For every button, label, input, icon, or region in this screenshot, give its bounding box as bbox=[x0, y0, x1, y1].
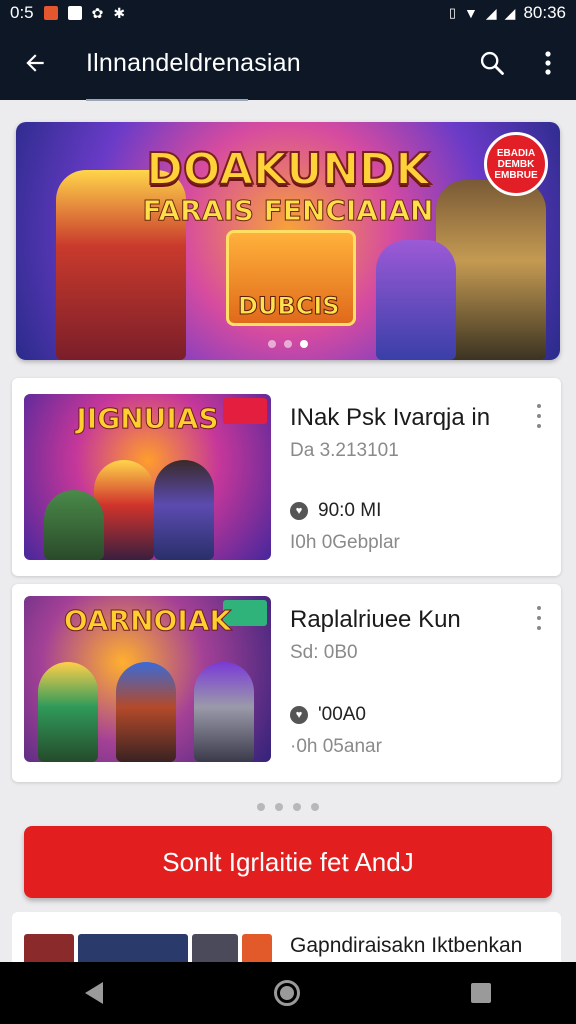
item-subtitle: Da 3.213101 bbox=[290, 440, 399, 461]
more-vert-icon bbox=[537, 606, 541, 610]
notification-gear-icon: ✿ bbox=[91, 4, 104, 21]
bluetooth-icon: ✱ bbox=[113, 4, 126, 21]
item-more-button[interactable] bbox=[529, 606, 549, 630]
app-bar: Ilnnandeldrenasian bbox=[0, 26, 576, 100]
hero-center-label: DUBCIS bbox=[238, 292, 341, 321]
signal-icon: ◢ bbox=[485, 4, 497, 21]
item-name: INak Psk Ivarqja in bbox=[290, 404, 491, 431]
thumb-title: JIGNUIAS bbox=[76, 402, 219, 436]
item-stat-value: 90:0 MI bbox=[318, 500, 382, 521]
item-subtitle: Sd: 0B0 bbox=[290, 642, 358, 663]
title-underline bbox=[86, 99, 248, 101]
more-vert-icon bbox=[537, 404, 541, 408]
hero-character-mid bbox=[376, 240, 456, 360]
hero-banner[interactable]: DOAKUNDK FARAIS FENCIAIAN DUBCIS EBADIA … bbox=[16, 122, 560, 360]
status-clock: 80:36 bbox=[523, 3, 566, 22]
carousel-dot[interactable] bbox=[268, 340, 276, 348]
item-thumbnail: OARNOIAK bbox=[24, 596, 271, 762]
overflow-menu-button[interactable] bbox=[520, 26, 576, 100]
heart-icon: ♥ bbox=[290, 502, 308, 520]
nav-home-icon[interactable] bbox=[273, 980, 300, 1006]
hero-subtitle: FARAIS FENCIAIAN bbox=[142, 194, 434, 228]
notification-photo-icon bbox=[67, 6, 82, 20]
system-nav-bar bbox=[0, 962, 576, 1024]
more-vert-icon bbox=[545, 51, 551, 75]
page-indicator bbox=[257, 803, 319, 811]
status-bar: 0:5 ✿ ✱ ▯ ▼ ◢ ◢ 80:36 bbox=[0, 0, 576, 26]
search-button[interactable] bbox=[464, 26, 520, 100]
signal-icon-2: ◢ bbox=[504, 4, 516, 21]
page-dot[interactable] bbox=[311, 803, 319, 811]
item-stat: ♥ '00A0 bbox=[290, 704, 366, 726]
notification-app-icon bbox=[43, 6, 58, 20]
primary-action-button[interactable]: Sonlt Igrlaitie fet AndJ bbox=[24, 826, 552, 898]
item-thumbnail: JIGNUIAS bbox=[24, 394, 271, 560]
page-title: Ilnnandeldrenasian bbox=[86, 48, 301, 77]
status-time: 0:5 bbox=[10, 3, 34, 22]
list-item[interactable]: OARNOIAK Raplalriuee Kun Sd: 0B0 ♥ '00A0… bbox=[12, 584, 561, 782]
nav-recents-icon[interactable] bbox=[470, 983, 491, 1003]
item-stat: ♥ 90:0 MI bbox=[290, 500, 381, 522]
heart-icon: ♥ bbox=[290, 706, 308, 724]
item-stat-value: '00A0 bbox=[318, 704, 367, 725]
vibrate-icon: ▯ bbox=[448, 5, 457, 20]
item-stat-secondary: I0h 0Gebplar bbox=[290, 532, 400, 553]
carousel-dot[interactable] bbox=[284, 340, 292, 348]
back-button[interactable] bbox=[0, 26, 70, 100]
item-name: Raplalriuee Kun bbox=[290, 606, 461, 633]
page-dot[interactable] bbox=[275, 803, 283, 811]
page-dot[interactable] bbox=[293, 803, 301, 811]
item-more-button[interactable] bbox=[529, 404, 549, 428]
item-stat-secondary: ·0h 05anar bbox=[290, 736, 382, 757]
nav-back-icon[interactable] bbox=[85, 982, 104, 1004]
item-name: Gapndiraisakn Iktbenkan bbox=[290, 934, 523, 957]
arrow-left-icon bbox=[26, 54, 44, 72]
list-item[interactable]: JIGNUIAS INak Psk Ivarqja in Da 3.213101… bbox=[12, 378, 561, 576]
thumb-title: OARNOIAK bbox=[63, 604, 232, 638]
search-icon bbox=[480, 51, 504, 75]
hero-carousel-dots bbox=[268, 340, 308, 348]
page-dot[interactable] bbox=[257, 803, 265, 811]
hero-badge: EBADIA DEMBK EMBRUE bbox=[484, 132, 548, 196]
wifi-icon: ▼ bbox=[464, 5, 478, 21]
hero-title: DOAKUNDK bbox=[145, 143, 430, 196]
carousel-dot-active[interactable] bbox=[300, 340, 308, 348]
